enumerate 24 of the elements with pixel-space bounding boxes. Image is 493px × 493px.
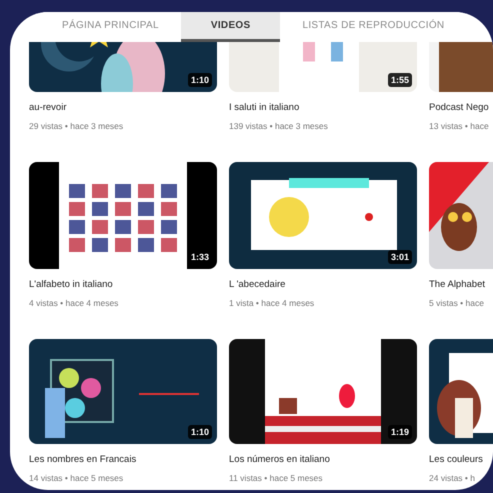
video-title[interactable]: Les nombres en Francais <box>29 453 217 466</box>
video-title[interactable]: Les couleurs <box>429 453 493 466</box>
video-meta: 139 vistas • hace 3 meses <box>229 121 329 132</box>
video-title[interactable]: I saluti in italiano <box>229 101 417 114</box>
video-title[interactable]: L'alfabeto in italiano <box>29 278 217 291</box>
video-title[interactable]: Podcast Nego <box>429 101 493 114</box>
video-title[interactable]: The Alphabet <box>429 278 493 291</box>
video-meta: 29 vistas • hace 3 meses <box>29 121 124 132</box>
video-meta: 5 vistas • hace <box>429 298 485 309</box>
video-title[interactable]: Los números en italiano <box>229 453 417 466</box>
duration-badge: 1:55 <box>388 73 412 87</box>
video-title[interactable]: L 'abecedaire <box>229 278 417 291</box>
video-meta: 14 vistas • hace 5 meses <box>29 473 124 484</box>
video-meta: 1 vista • hace 4 meses <box>229 298 316 309</box>
video-meta: 11 vistas • hace 5 meses <box>229 473 324 484</box>
video-meta: 4 vistas • hace 4 meses <box>29 298 120 309</box>
video-meta: 13 vistas • hace <box>429 121 490 132</box>
duration-badge: 1:10 <box>188 425 212 439</box>
video-title[interactable]: au-revoir <box>29 101 217 114</box>
video-meta: 24 vistas • h <box>429 473 476 484</box>
tab[interactable]: VIDEOS <box>180 12 280 42</box>
duration-badge: 1:10 <box>188 73 212 87</box>
duration-badge: 3:01 <box>388 250 412 264</box>
duration-badge: 1:19 <box>388 425 412 439</box>
